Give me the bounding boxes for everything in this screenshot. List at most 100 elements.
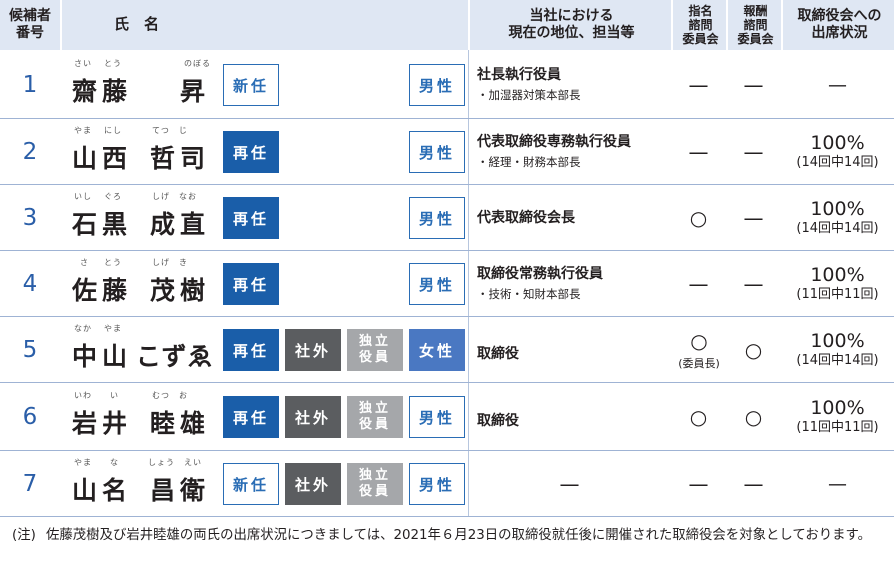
reappointment-badge: 再任 — [223, 263, 279, 305]
candidate-number: 5 — [22, 337, 38, 363]
gender-badge: 男性 — [409, 197, 465, 239]
attendance-cell: 100% (14回中14回) — [781, 185, 894, 251]
remuneration-mark: — — [743, 140, 764, 164]
surname: 佐藤 — [72, 276, 133, 305]
given-name: 哲司 — [150, 144, 211, 173]
attendance-rate: 100% — [810, 330, 865, 352]
given-name: こずゑ — [136, 342, 214, 371]
position-title: 取締役 — [477, 413, 519, 429]
given-name: 睦雄 — [150, 409, 211, 438]
header-position: 当社における 現在の地位、担当等 — [468, 0, 673, 50]
candidate-row-1: 1 さい とう のぼる 齋藤 昇 新任 男性 社長執行役員 ・加湿器対策本部長 … — [0, 52, 894, 118]
independent-officer-badge: 独立 役員 — [347, 463, 403, 505]
attendance-count: (11回中11回) — [796, 287, 879, 302]
candidate-name: いわ い むつ お 岩井 睦雄 — [72, 384, 212, 450]
reappointment-badge: 再任 — [223, 131, 279, 173]
candidate-name: やま にし てつ じ 山西 哲司 — [72, 119, 212, 185]
remuneration-mark: — — [743, 472, 764, 496]
candidate-row-2: 2 やま にし てつ じ 山西 哲司 再任 男性 代表取締役専務執行役員 ・経理… — [0, 119, 894, 185]
position-cell: — — [559, 472, 580, 496]
independent-officer-badge: 独立 役員 — [347, 329, 403, 371]
position-title: 代表取締役専務執行役員 — [477, 134, 631, 150]
attendance-rate: 100% — [810, 397, 865, 419]
header-attendance: 取締役会への 出席状況 — [781, 0, 894, 50]
nomination-mark: — — [688, 272, 709, 296]
surname: 岩井 — [72, 409, 133, 438]
attendance-cell: 100% (11回中11回) — [781, 384, 894, 450]
ruby: やま — [104, 324, 122, 333]
given-name: 昇 — [180, 77, 211, 106]
position-detail: ・技術・知財本部長 — [477, 287, 581, 301]
position-title: 取締役常務執行役員 — [477, 266, 603, 282]
position-cell: 取締役常務執行役員 ・技術・知財本部長 — [477, 251, 657, 317]
attendance-rate: 100% — [810, 198, 865, 220]
attendance-cell: — — [781, 451, 894, 517]
independent-officer-badge: 独立 役員 — [347, 396, 403, 438]
position-title: 取締役 — [477, 346, 519, 362]
surname: 中山 — [72, 342, 133, 371]
nomination-mark: ○ — [689, 206, 708, 230]
candidate-row-5: 5 なか やま 中山 こずゑ 再任 社外 独立 役員 女性 取締役 ○ (委員長)… — [0, 317, 894, 383]
ruby: いわ — [74, 391, 92, 400]
given-name: 昌衛 — [150, 476, 211, 505]
candidate-name: やま な しょう えい 山名 昌衛 — [72, 451, 212, 517]
attendance-count: (14回中14回) — [796, 155, 879, 170]
gender-badge: 男性 — [409, 64, 465, 106]
position-cell: 取締役 — [477, 317, 657, 383]
gender-badge: 男性 — [409, 263, 465, 305]
nomination-mark: — — [688, 140, 709, 164]
new-appointment-badge: 新任 — [223, 463, 279, 505]
ruby: ぐろ — [104, 192, 122, 201]
remuneration-mark: — — [743, 206, 764, 230]
ruby: しょう えい — [148, 458, 202, 467]
position-title: 代表取締役会長 — [477, 210, 575, 226]
ruby: とう — [104, 258, 122, 267]
candidate-row-4: 4 さ とう しげ き 佐藤 茂樹 再任 男性 取締役常務執行役員 ・技術・知財… — [0, 251, 894, 317]
ruby: やま — [74, 126, 92, 135]
candidate-name: さい とう のぼる 齋藤 昇 — [72, 52, 212, 118]
candidate-row-6: 6 いわ い むつ お 岩井 睦雄 再任 社外 独立 役員 男性 取締役 ○ ○ … — [0, 384, 894, 450]
ruby: とう — [104, 59, 122, 68]
nomination-mark: ○ (委員長) — [678, 329, 720, 370]
ruby: むつ お — [152, 391, 188, 400]
ruby: さい — [74, 59, 92, 68]
attendance-cell: 100% (14回中14回) — [781, 119, 894, 185]
header-remuneration-committee: 報酬 諮問 委員会 — [726, 0, 783, 50]
candidate-name: いし ぐろ しげ なお 石黒 成直 — [72, 185, 212, 251]
position-cell: 取締役 — [477, 384, 657, 450]
gender-badge: 男性 — [409, 463, 465, 505]
ruby: のぼる — [184, 59, 211, 68]
ruby: い — [110, 391, 119, 400]
attendance-count: (14回中14回) — [796, 221, 879, 236]
position-cell: 代表取締役専務執行役員 ・経理・財務本部長 — [477, 119, 657, 185]
candidate-name: さ とう しげ き 佐藤 茂樹 — [72, 251, 212, 317]
ruby: なか — [74, 324, 92, 333]
position-detail: ・加湿器対策本部長 — [477, 88, 581, 102]
attendance-count: (11回中11回) — [796, 420, 879, 435]
given-name: 茂樹 — [150, 276, 211, 305]
committee-chair-note: (委員長) — [678, 357, 720, 370]
surname: 齋藤 — [72, 77, 133, 106]
header-candidate-no: 候補者 番号 — [9, 8, 51, 41]
attendance-cell: 100% (11回中11回) — [781, 251, 894, 317]
attendance-rate: — — [828, 74, 847, 96]
attendance-rate: 100% — [810, 264, 865, 286]
position-title: 社長執行役員 — [477, 67, 561, 83]
new-appointment-badge: 新任 — [223, 64, 279, 106]
candidate-number: 6 — [22, 404, 38, 430]
attendance-count: (14回中14回) — [796, 353, 879, 368]
candidate-name: なか やま 中山 こずゑ — [72, 317, 214, 383]
attendance-rate: 100% — [810, 132, 865, 154]
nomination-mark: — — [688, 472, 709, 496]
nomination-mark: — — [688, 73, 709, 97]
position-cell: 社長執行役員 ・加湿器対策本部長 — [477, 52, 657, 118]
ruby: いし — [74, 192, 92, 201]
remuneration-mark: ○ — [744, 405, 763, 429]
gender-badge: 男性 — [409, 396, 465, 438]
remuneration-mark: ○ — [744, 338, 763, 362]
ruby: にし — [104, 126, 122, 135]
candidate-row-3: 3 いし ぐろ しげ なお 石黒 成直 再任 男性 代表取締役会長 ○ — 10… — [0, 185, 894, 251]
ruby: てつ じ — [152, 126, 188, 135]
candidate-number: 2 — [22, 139, 38, 165]
remuneration-mark: — — [743, 73, 764, 97]
